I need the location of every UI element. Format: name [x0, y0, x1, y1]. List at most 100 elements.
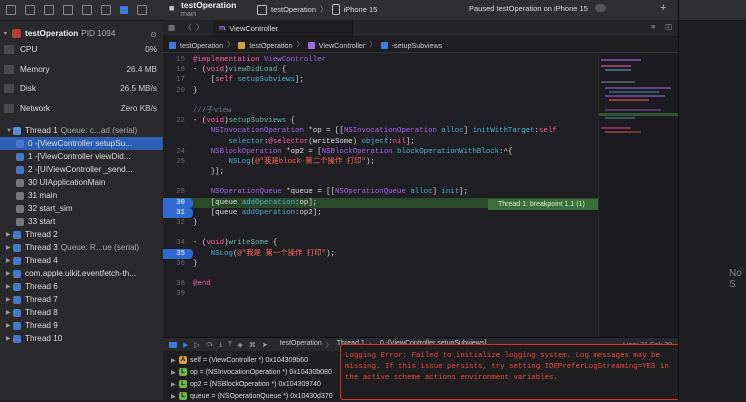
step-out-icon[interactable]: ⤒ [228, 341, 231, 349]
step-in-icon[interactable]: ⤓ [219, 341, 222, 349]
code-line[interactable]: 38 @end [163, 279, 598, 289]
toggle-console-icon[interactable] [169, 342, 177, 348]
code-line[interactable]: 34- (void)writeSome { [163, 238, 598, 248]
forward-icon[interactable]: 〉 [196, 22, 204, 33]
breadcrumb-item[interactable]: testOperation [180, 41, 223, 50]
code-editor[interactable]: 15 @implementation ViewController 16- (voi… [163, 53, 598, 337]
disclosure-icon[interactable]: ▶ [171, 393, 179, 400]
code-line[interactable]: 25 NSLog(@"我是block 第二个操作 打印"); [163, 157, 598, 167]
back-icon[interactable]: 〈 [184, 22, 192, 33]
code-line[interactable]: NSInvocationOperation *op = [[NSInvocati… [163, 126, 598, 136]
thread-row[interactable]: ▶ com.apple.uikit.eventfetch-th... [0, 267, 163, 280]
stop-icon[interactable]: ■ [169, 3, 174, 13]
stack-frame[interactable]: 2 -[UIViewController _send... [0, 163, 163, 176]
gauge-cpu[interactable]: CPU 0% [4, 40, 157, 60]
stack-frame[interactable]: 31 main [0, 189, 163, 202]
thread-row[interactable]: ▶ Thread 4 [0, 254, 163, 267]
gauge-network[interactable]: Network Zero KB/s [4, 99, 157, 119]
gauge-memory[interactable]: Memory 26.4 MB [4, 60, 157, 80]
code-line[interactable] [163, 228, 598, 238]
stack-frame[interactable]: 30 UIApplicationMain [0, 176, 163, 189]
line-number[interactable]: 22 [163, 116, 193, 126]
tab-viewcontroller[interactable]: m ViewController [213, 20, 353, 36]
continue-icon[interactable]: ▷ [194, 341, 199, 349]
line-number[interactable]: 17 [163, 75, 193, 85]
memory-graph-icon[interactable]: ⌘ [249, 341, 256, 349]
grid-icon[interactable]: ▦ [168, 23, 175, 32]
variable-row[interactable]: ▶ Lop = (NSInvocationOperation *) 0x10430… [163, 366, 338, 378]
process-row[interactable]: ▾ testOperation PID 1094 ⊙ [4, 27, 157, 40]
code-line[interactable]: 28 NSOperationQueue *queue = [[NSOperati… [163, 187, 598, 197]
code-line[interactable]: 17 [self setupSubviews]; [163, 75, 598, 85]
line-number[interactable]: 35 [163, 248, 193, 259]
code-line[interactable]: 24 NSBlockOperation *op2 = [NSBlockOpera… [163, 147, 598, 157]
disclosure-icon[interactable]: ▶ [6, 231, 13, 238]
thread-row[interactable]: ▶ Thread 10 [0, 332, 163, 345]
find-icon[interactable] [63, 5, 73, 15]
code-line[interactable] [163, 96, 598, 106]
thread-row[interactable]: ▶ Thread 8 [0, 306, 163, 319]
source-control-icon[interactable] [25, 5, 35, 15]
code-line[interactable]: 16- (void)viewDidLoad { [163, 65, 598, 75]
line-number[interactable]: 20 [163, 86, 193, 96]
breadcrumb-item[interactable]: -setupSubviews [392, 41, 443, 50]
line-number[interactable]: 34 [163, 238, 193, 248]
line-number[interactable]: 28 [163, 187, 193, 197]
code-line[interactable]: }]; [163, 167, 598, 177]
symbol-icon[interactable] [44, 5, 54, 15]
stack-frame[interactable]: 1 -[ViewController viewDid... [0, 150, 163, 163]
step-over-icon[interactable]: ⤼ [206, 341, 213, 349]
line-number[interactable]: 39 [163, 289, 193, 299]
disclosure-icon[interactable]: ▶ [6, 270, 13, 277]
line-number[interactable]: 24 [163, 147, 193, 157]
stack-frame[interactable]: 32 start_sim [0, 202, 163, 215]
filter-options-icon[interactable]: ⊙ [150, 29, 157, 39]
console-output[interactable]: Logging Error: Failed to initialize logg… [340, 344, 686, 400]
debug-breadcrumb-item[interactable]: testOperation [280, 340, 322, 350]
folder-icon[interactable] [6, 5, 16, 15]
disclosure-icon[interactable]: ▶ [171, 381, 179, 388]
code-line[interactable]: 36} [163, 259, 598, 269]
thread-row[interactable]: ▶ Thread 6 [0, 280, 163, 293]
line-number[interactable]: 30 [163, 197, 193, 208]
line-number[interactable]: 38 [163, 279, 193, 289]
stack-frame[interactable]: 33 start [0, 215, 163, 228]
disclosure-icon[interactable]: ▶ [6, 335, 13, 342]
code-line[interactable] [163, 269, 598, 279]
code-line[interactable]: 20} [163, 86, 598, 96]
issue-icon[interactable] [82, 5, 92, 15]
breadcrumb-item[interactable]: testOperation [249, 41, 292, 50]
add-icon[interactable]: + [660, 2, 666, 14]
line-number[interactable]: 16 [163, 65, 193, 75]
variable-row[interactable]: ▶ Lqueue = (NSOperationQueue *) 0x10430d3… [163, 390, 338, 402]
code-line[interactable]: 22- (void)setupSubviews { [163, 116, 598, 126]
line-number[interactable]: 36 [163, 259, 193, 269]
code-line[interactable]: selector:@selector(writeSome) object:nil… [163, 137, 598, 147]
disclosure-icon[interactable]: ▶ [6, 296, 13, 303]
code-line[interactable]: 39 [163, 289, 598, 299]
scheme-selector[interactable]: testOperation 〉 iPhone 15 [257, 3, 377, 16]
breakpoints-toggle-icon[interactable]: ▶ [183, 341, 188, 349]
debug-icon[interactable] [120, 6, 128, 14]
view-debugger-icon[interactable]: ◈ [237, 341, 242, 349]
thread-row[interactable]: ▶ Thread 2 [0, 228, 163, 241]
test-icon[interactable] [101, 5, 111, 15]
line-number[interactable]: 15 [163, 55, 193, 65]
disclosure-icon[interactable]: ▶ [6, 322, 13, 329]
code-line[interactable]: ///子view [163, 106, 598, 116]
thread-row[interactable]: ▶ Thread 3 Queue: R...ue (serial) [0, 241, 163, 254]
line-number[interactable]: 32 [163, 218, 193, 228]
editor-options-icon[interactable]: ≡ [651, 22, 655, 31]
disclosure-icon[interactable]: ▶ [6, 244, 13, 251]
variable-row[interactable]: ▶ Aself = (ViewController *) 0x104309b60 [163, 354, 338, 366]
thread-row[interactable]: ▶ Thread 9 [0, 319, 163, 332]
thread-row[interactable]: ▶ Thread 7 [0, 293, 163, 306]
thread-row-1[interactable]: ▼ Thread 1 Queue: c...ad (serial) [0, 124, 163, 137]
stack-frame[interactable]: 0 -[ViewController setupSu... [0, 137, 163, 150]
disclosure-icon[interactable]: ▶ [6, 283, 13, 290]
line-number[interactable]: 25 [163, 157, 193, 167]
breadcrumb-item[interactable]: ViewController [319, 41, 366, 50]
breakpoint-nav-icon[interactable] [137, 5, 147, 15]
disclosure-icon[interactable]: ▶ [6, 309, 13, 316]
disclosure-icon[interactable]: ▶ [171, 357, 179, 364]
